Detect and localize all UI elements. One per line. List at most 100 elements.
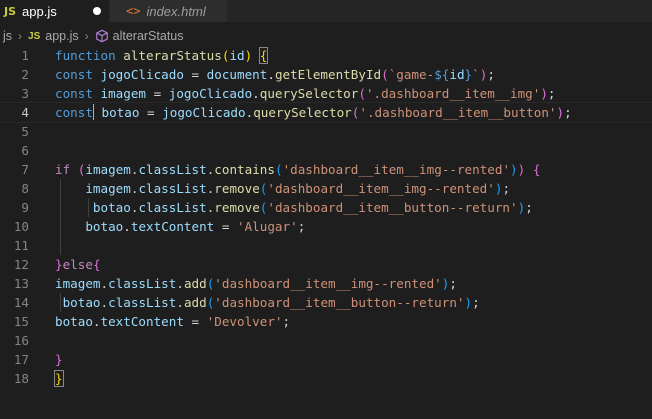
- code-token: {: [532, 162, 541, 177]
- code-token: ${: [434, 67, 450, 82]
- code-token: botao: [85, 219, 124, 234]
- code-text: if (imagem.classList.contains('dashboard…: [55, 160, 540, 179]
- unsaved-changes-dot-icon[interactable]: [93, 7, 101, 15]
- line-number: 10: [13, 219, 29, 234]
- code-token: `game-: [388, 67, 435, 82]
- code-line[interactable]: 11: [0, 236, 652, 255]
- code-token: `: [472, 67, 480, 82]
- breadcrumb-symbol[interactable]: alterarStatus: [113, 29, 184, 43]
- code-token: if: [55, 162, 71, 177]
- code-token: ;: [282, 314, 291, 329]
- code-text: }: [55, 350, 63, 369]
- html-file-icon: <>: [126, 4, 141, 18]
- code-token: '.dashboard__item__img': [365, 86, 541, 101]
- code-token: jogoClicado: [100, 67, 184, 82]
- code-token: else: [62, 257, 93, 272]
- code-line[interactable]: 3 const imagem = jogoClicado.querySelecto…: [0, 84, 652, 103]
- code-token: .: [100, 295, 109, 310]
- code-token: ;: [472, 295, 480, 310]
- code-token: ;: [564, 105, 572, 120]
- code-token: textContent: [100, 314, 184, 329]
- code-line[interactable]: 14 botao.classList.add('dashboard__item_…: [0, 293, 652, 312]
- code-token: 'dashboard__item__img--rented': [282, 162, 511, 177]
- code-line[interactable]: 12 }else{: [0, 255, 652, 274]
- code-line[interactable]: 1 function alterarStatus(id) {: [0, 46, 652, 65]
- code-token: '.dashboard__item__button': [359, 105, 557, 120]
- code-token: classList: [138, 181, 207, 196]
- line-number: 4: [21, 105, 29, 120]
- code-token: 'Alugar': [237, 219, 298, 234]
- line-number: 5: [21, 124, 29, 139]
- code-token: =: [139, 105, 163, 120]
- code-token: ;: [525, 200, 533, 215]
- line-number: 18: [13, 371, 29, 386]
- tab-index-html[interactable]: <> index.html: [110, 0, 228, 22]
- code-line[interactable]: 15 botao.textContent = 'Devolver';: [0, 312, 652, 331]
- code-token: 'dashboard__item__button--return': [214, 295, 465, 310]
- code-line[interactable]: 4 const botao = jogoClicado.querySelector…: [0, 102, 652, 123]
- code-token: jogoClicado: [162, 105, 246, 120]
- line-number: 13: [13, 276, 29, 291]
- editor-tab-bar: JS app.js <> index.html: [0, 0, 652, 22]
- code-line[interactable]: 10 botao.textContent = 'Alugar';: [0, 217, 652, 236]
- code-token: ): [464, 295, 473, 310]
- line-number: 6: [21, 143, 29, 158]
- line-number: 7: [21, 162, 29, 177]
- tab-app-js[interactable]: JS app.js: [0, 0, 110, 22]
- code-token: 'dashboard__item__img--rented': [267, 181, 495, 196]
- code-line[interactable]: 9 botao.classList.remove('dashboard__ite…: [0, 198, 652, 217]
- code-line[interactable]: 8 imagem.classList.remove('dashboard__it…: [0, 179, 652, 198]
- breadcrumb-file[interactable]: app.js: [45, 29, 78, 43]
- code-token: {: [92, 257, 101, 272]
- code-line[interactable]: 7 if (imagem.classList.contains('dashboar…: [0, 160, 652, 179]
- code-token: classList: [108, 276, 177, 291]
- code-text: const jogoClicado = document.getElementB…: [55, 65, 495, 84]
- chevron-right-icon: ›: [18, 29, 23, 43]
- code-token: jogoClicado: [168, 86, 253, 101]
- code-token: }: [55, 352, 63, 367]
- code-line[interactable]: 2 const jogoClicado = document.getElement…: [0, 65, 652, 84]
- code-line[interactable]: 13 imagem.classList.add('dashboard__item_…: [0, 274, 652, 293]
- code-token: const: [55, 86, 93, 101]
- code-token: 'Devolver': [206, 314, 283, 329]
- code-line[interactable]: 18}: [0, 369, 652, 388]
- code-token: imagem: [85, 181, 131, 196]
- code-token: ): [510, 162, 518, 177]
- code-token: const: [55, 67, 93, 82]
- code-token: .: [100, 276, 109, 291]
- method-symbol-icon: [95, 29, 108, 43]
- code-text: }else{: [55, 255, 101, 274]
- code-token: }: [54, 370, 64, 387]
- code-token: getElementById: [274, 67, 382, 82]
- code-token: remove: [214, 200, 260, 215]
- code-token: .: [252, 86, 260, 101]
- tab-label: index.html: [146, 3, 206, 19]
- code-line[interactable]: 17}: [0, 350, 652, 369]
- breadcrumb-folder[interactable]: js: [3, 29, 12, 43]
- code-token: function: [55, 48, 116, 63]
- code-token: .: [176, 295, 184, 310]
- line-number: 2: [21, 67, 29, 82]
- line-number: 1: [21, 48, 29, 63]
- code-editor[interactable]: 1 function alterarStatus(id) {2 const jogo…: [0, 46, 652, 388]
- code-token: .: [92, 314, 101, 329]
- javascript-file-icon: JS: [4, 4, 17, 18]
- code-token: =: [146, 86, 169, 101]
- code-token: 'dashboard__item__button--return': [267, 200, 518, 215]
- code-token: =: [183, 314, 207, 329]
- line-number: 12: [13, 257, 29, 272]
- code-line[interactable]: 16: [0, 331, 652, 350]
- code-token: ;: [487, 67, 495, 82]
- code-line[interactable]: 6: [0, 141, 652, 160]
- breadcrumb: js › JS app.js › alterarStatus: [0, 27, 652, 45]
- code-token: (: [358, 86, 366, 101]
- code-line[interactable]: 5: [0, 122, 652, 141]
- code-text: botao.textContent = 'Devolver';: [55, 312, 290, 331]
